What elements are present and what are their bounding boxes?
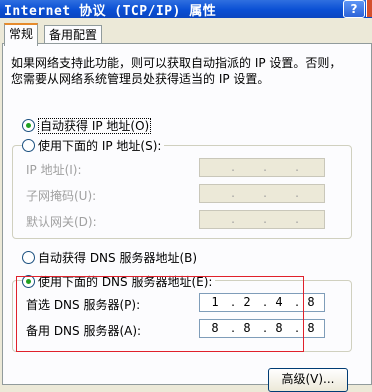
radio-auto-ip-label: 自动获得 IP 地址(O) xyxy=(38,118,152,134)
description-line-1: 如果网络支持此功能，则可以获取自动指派的 IP 设置。否则， xyxy=(11,56,342,70)
highlight-box xyxy=(16,276,304,352)
radio-auto-ip[interactable]: 自动获得 IP 地址(O) xyxy=(22,118,155,134)
description-line-2: 您需要从网络系统管理员处获得适当的 IP 设置。 xyxy=(11,72,270,86)
ip-address-input[interactable]: . . . xyxy=(199,158,325,177)
advanced-button[interactable]: 高级(V)... xyxy=(268,368,348,392)
radio-auto-ip-indicator xyxy=(22,119,35,132)
radio-manual-ip-indicator xyxy=(22,139,35,152)
tab-general[interactable]: 常规 xyxy=(4,23,39,46)
subnet-mask-input[interactable]: . . . xyxy=(199,184,325,203)
title-bar: Internet 协议 (TCP/IP) 属性 ? xyxy=(0,0,372,19)
radio-auto-dns-label: 自动获得 DNS 服务器地址(B) xyxy=(38,251,198,265)
default-gateway-input[interactable]: . . . xyxy=(199,210,325,229)
subnet-mask-label: 子网掩码(U): xyxy=(26,189,97,203)
window-title: Internet 协议 (TCP/IP) 属性 xyxy=(4,4,217,19)
close-button[interactable] xyxy=(366,0,372,17)
default-gateway-label: 默认网关(D): xyxy=(26,215,97,229)
tab-alternate-config[interactable]: 备用配置 xyxy=(44,25,103,44)
radio-auto-dns[interactable]: 自动获得 DNS 服务器地址(B) xyxy=(22,250,201,266)
radio-manual-ip-label: 使用下面的 IP 地址(S): xyxy=(38,139,162,153)
ip-address-label: IP 地址(I): xyxy=(26,163,82,177)
radio-auto-dns-indicator xyxy=(22,251,35,264)
description: 如果网络支持此功能，则可以获取自动指派的 IP 设置。否则， 您需要从网络系统管… xyxy=(11,55,361,87)
radio-manual-ip[interactable]: 使用下面的 IP 地址(S): xyxy=(22,138,165,154)
help-button[interactable]: ? xyxy=(343,0,365,18)
